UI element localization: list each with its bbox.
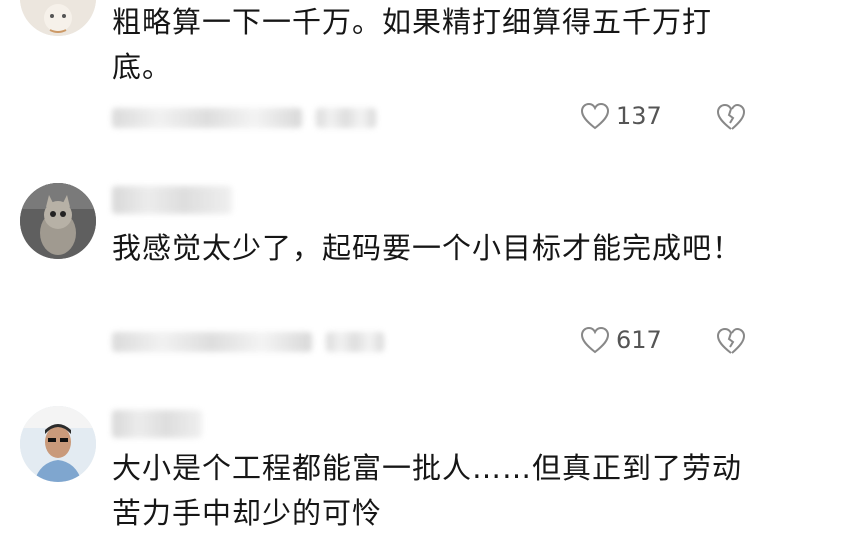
- avatar[interactable]: [20, 183, 96, 259]
- blurred-username[interactable]: [112, 186, 232, 214]
- avatar-person-icon: [20, 406, 96, 482]
- heart-icon: [580, 102, 610, 130]
- avatar[interactable]: [20, 0, 96, 36]
- blurred-reply[interactable]: [316, 108, 376, 128]
- broken-heart-icon: [716, 327, 746, 354]
- like-button[interactable]: 617: [580, 326, 662, 354]
- comment-text: 粗略算一下一千万。如果精打细算得五千万打底。: [112, 5, 713, 84]
- blurred-time-location: [112, 108, 302, 128]
- like-count: 137: [616, 102, 662, 130]
- dislike-button[interactable]: [716, 103, 746, 131]
- avatar-cartoon-icon: [20, 0, 96, 36]
- broken-heart-icon: [716, 103, 746, 130]
- blurred-time-location: [112, 332, 312, 352]
- avatar-cat-icon: [20, 183, 96, 259]
- comment-meta: [112, 106, 376, 130]
- like-button[interactable]: 137: [580, 102, 662, 130]
- heart-icon: [580, 326, 610, 354]
- comment-text: 大小是个工程都能富一批人……但真正到了劳动苦力手中却少的可怜: [112, 451, 743, 530]
- blurred-reply[interactable]: [326, 332, 384, 352]
- comment-text: 我感觉太少了，起码要一个小目标才能完成吧！: [112, 231, 743, 265]
- avatar[interactable]: [20, 406, 96, 482]
- comment-meta: [112, 330, 384, 354]
- like-count: 617: [616, 326, 662, 354]
- dislike-button[interactable]: [716, 327, 746, 355]
- blurred-username[interactable]: [112, 410, 202, 438]
